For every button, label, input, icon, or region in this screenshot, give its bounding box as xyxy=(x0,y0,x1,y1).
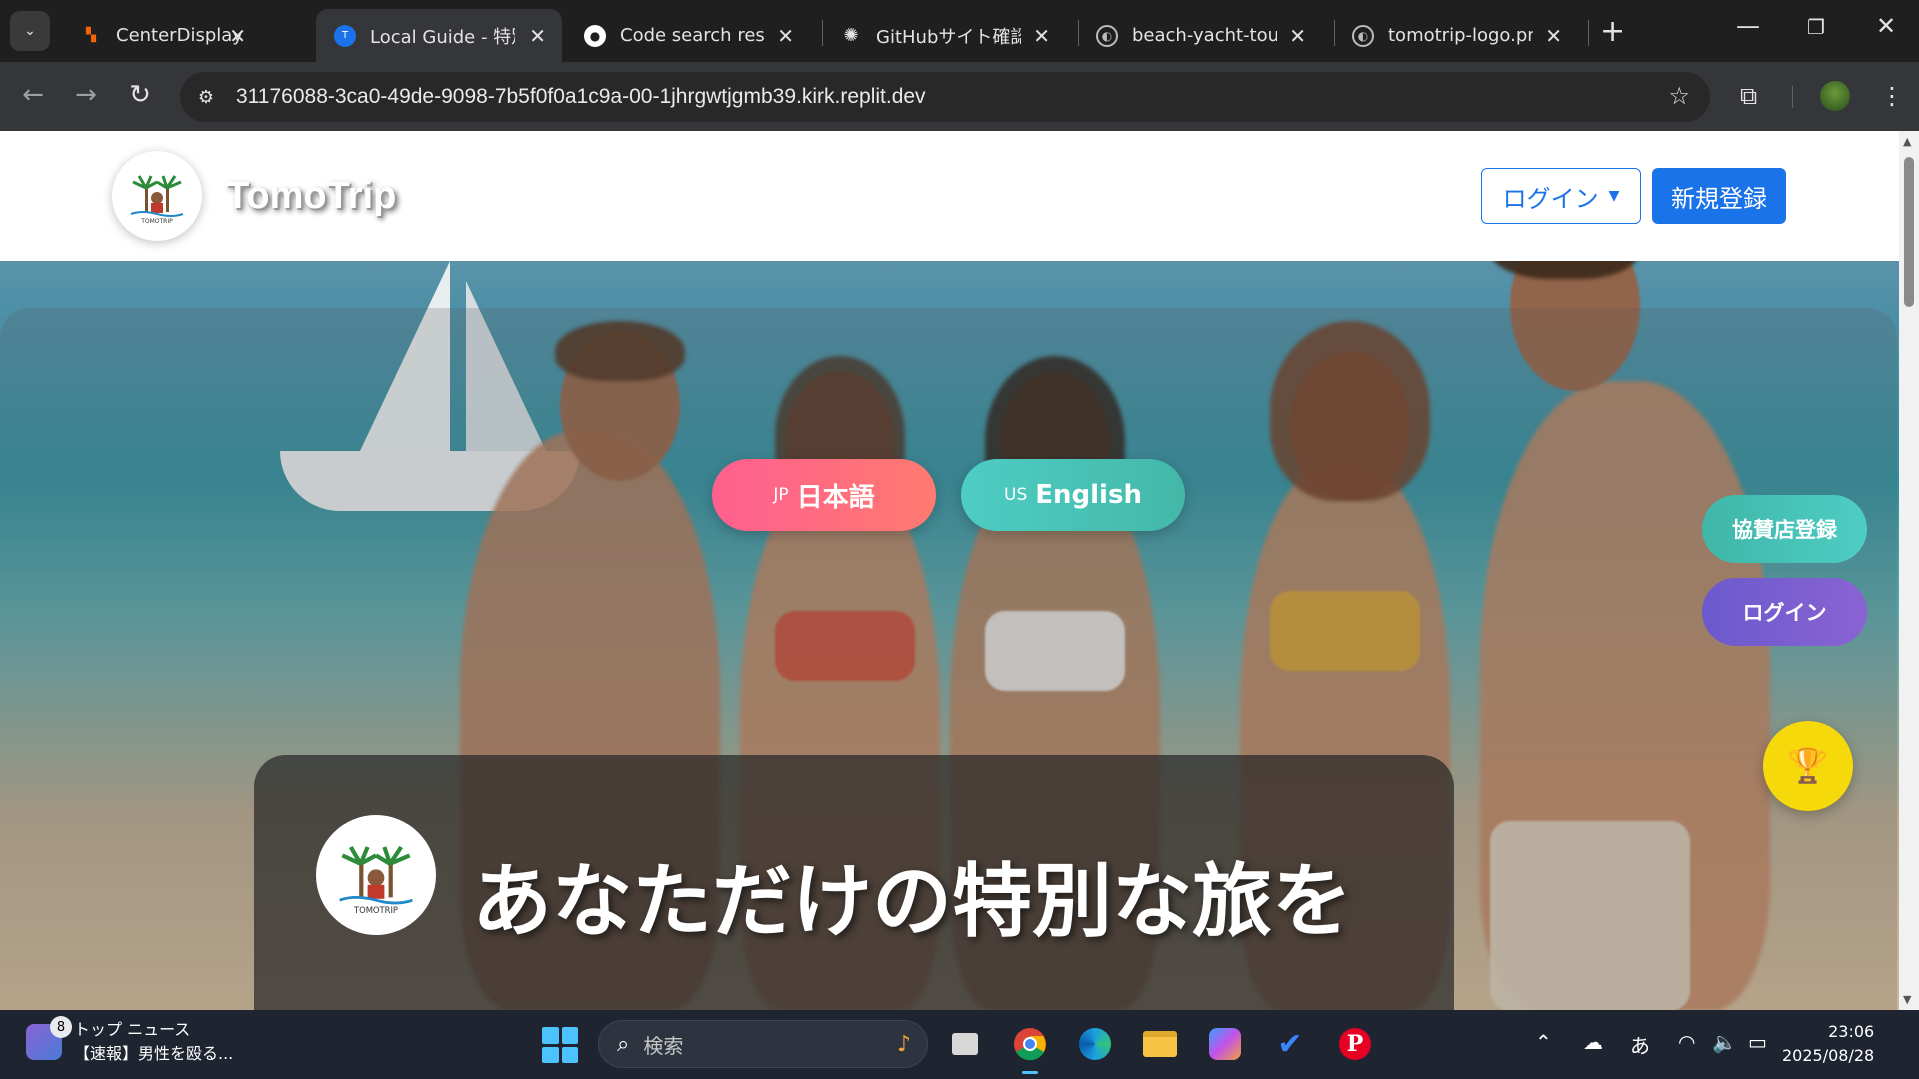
toolbar-separator xyxy=(1792,86,1793,108)
hero-card: TOMOTRIP あなただけの特別な旅を xyxy=(254,755,1454,1010)
hero-title: あなただけの特別な旅を xyxy=(472,855,1352,948)
palm-logo-icon: TOMOTRIP xyxy=(130,175,184,225)
restore-icon[interactable]: ❐ xyxy=(1796,15,1836,39)
tab-beach-yacht[interactable]: ◐ beach-yacht-tourism ✕ xyxy=(1078,9,1322,62)
wifi-icon[interactable]: ◠ xyxy=(1678,1030,1695,1054)
tab-code-search[interactable]: ● Code search results ✕ xyxy=(566,9,810,62)
reload-icon[interactable]: ↻ xyxy=(122,80,158,110)
close-icon[interactable]: ✕ xyxy=(777,24,794,48)
globe-icon: ◐ xyxy=(1096,24,1118,47)
close-icon[interactable]: ✕ xyxy=(229,24,246,48)
back-arrow-icon[interactable]: ← xyxy=(15,80,51,110)
tab-title: Local Guide - 特別な旅 xyxy=(370,26,515,48)
scroll-down-arrow-icon[interactable]: ▼ xyxy=(1903,993,1911,1006)
logo-wordmark: TOMOTRIP xyxy=(353,905,398,915)
tab-title: CenterDisplay - Replit xyxy=(116,25,241,46)
clock-time: 23:06 xyxy=(1828,1022,1875,1041)
tab-title: GitHubサイト確認手順 xyxy=(876,26,1021,48)
tab-github-guide[interactable]: ✺ GitHubサイト確認手順 ✕ xyxy=(822,9,1066,62)
tab-title: tomotrip-logo.png xyxy=(1388,25,1533,46)
m365-copilot-icon[interactable] xyxy=(1205,1024,1245,1064)
profile-avatar[interactable] xyxy=(1818,79,1852,113)
new-tab-plus-icon[interactable]: + xyxy=(1600,14,1625,49)
chevron-up-icon[interactable]: ⌃ xyxy=(1535,1030,1552,1054)
globe-icon: ◐ xyxy=(1352,24,1374,47)
login-dropdown-button[interactable]: ログイン ▼ xyxy=(1481,168,1641,224)
clock-date: 2025/08/28 xyxy=(1782,1046,1875,1065)
news-count-badge: 8 xyxy=(50,1016,72,1038)
weather-news-icon: 8 xyxy=(26,1016,72,1060)
browser-tab-strip: ⌄ ▚ CenterDisplay - Replit ✕ T Local Gui… xyxy=(0,0,1919,62)
scroll-thumb[interactable] xyxy=(1904,157,1914,307)
task-view-icon[interactable] xyxy=(945,1024,985,1064)
caret-down-icon: ▼ xyxy=(1608,188,1620,204)
language-japanese-button[interactable]: JP 日本語 xyxy=(712,459,936,531)
site-logo[interactable]: TOMOTRIP xyxy=(112,151,202,241)
close-icon[interactable]: ✕ xyxy=(1033,24,1050,48)
palm-logo-icon: TOMOTRIP xyxy=(339,845,413,915)
language-english-label: English xyxy=(1035,480,1142,510)
language-english-button[interactable]: US English xyxy=(961,459,1185,531)
scroll-up-arrow-icon[interactable]: ▲ xyxy=(1903,135,1911,148)
chrome-icon[interactable] xyxy=(1010,1024,1050,1074)
hero-logo: TOMOTRIP xyxy=(316,815,436,935)
search-placeholder: 検索 xyxy=(643,1033,684,1058)
close-icon[interactable]: ✕ xyxy=(1289,24,1306,48)
logo-wordmark: TOMOTRIP xyxy=(140,218,173,225)
news-title: トップ ニュース xyxy=(74,1020,191,1039)
github-icon: ● xyxy=(584,24,606,47)
pinterest-icon[interactable]: P xyxy=(1335,1024,1375,1064)
search-highlight-icon: ♪ xyxy=(896,1031,911,1057)
partner-store-register-button[interactable]: 協賛店登録 xyxy=(1702,495,1867,563)
todo-check-icon[interactable]: ✔ xyxy=(1270,1024,1310,1064)
forward-arrow-icon[interactable]: → xyxy=(68,80,104,110)
signup-button[interactable]: 新規登録 xyxy=(1652,168,1786,224)
floating-login-button[interactable]: ログイン xyxy=(1702,578,1867,646)
volume-icon[interactable]: 🔈 xyxy=(1712,1030,1737,1054)
site-info-tune-icon[interactable]: ⚙ xyxy=(184,75,228,119)
tab-local-guide[interactable]: T Local Guide - 特別な旅 ✕ xyxy=(316,9,562,62)
tab-search-chevron-icon[interactable]: ⌄ xyxy=(10,11,50,51)
url-text[interactable]: 31176088-3ca0-49de-9098-7b5f0f0a1c9a-00-… xyxy=(236,85,926,109)
news-widget[interactable]: 8 トップ ニュース 【速報】男性を殴る... xyxy=(26,1016,234,1066)
address-bar[interactable]: ⚙ 31176088-3ca0-49de-9098-7b5f0f0a1c9a-0… xyxy=(180,72,1710,122)
battery-icon[interactable]: ▭ xyxy=(1748,1030,1767,1054)
news-headline: 【速報】男性を殴る... xyxy=(74,1044,234,1063)
chrome-logo-graphic xyxy=(1014,1028,1046,1061)
login-dropdown-label: ログイン xyxy=(1502,184,1599,213)
edge-icon[interactable] xyxy=(1075,1024,1115,1064)
chatgpt-icon: ✺ xyxy=(843,25,859,46)
tab-tomotrip-logo[interactable]: ◐ tomotrip-logo.png ✕ xyxy=(1334,9,1578,62)
extensions-puzzle-icon[interactable]: ⧉ xyxy=(1740,82,1757,110)
page-viewport: TOMOTRIP TomoTrip ログイン ▼ 新規登録 JP 日本語 US … xyxy=(0,131,1899,1010)
language-japanese-label: 日本語 xyxy=(796,482,875,513)
tab-centerdisplay[interactable]: ▚ CenterDisplay - Replit ✕ xyxy=(62,9,262,62)
tab-separator xyxy=(1588,20,1589,46)
search-icon: ⌕ xyxy=(617,1031,630,1057)
windows-taskbar: 8 トップ ニュース 【速報】男性を殴る... ⌕ 検索 ♪ ✔ P ⌃ ☁ あ… xyxy=(0,1010,1919,1079)
tab-title: Code search results xyxy=(620,25,765,46)
minimize-icon[interactable]: — xyxy=(1728,12,1768,40)
site-header: TOMOTRIP TomoTrip ログイン ▼ 新規登録 xyxy=(0,131,1899,261)
browser-toolbar: ← → ↻ ⚙ 31176088-3ca0-49de-9098-7b5f0f0a… xyxy=(0,62,1919,131)
bookmark-star-icon[interactable]: ☆ xyxy=(1668,82,1690,110)
us-flag-code: US xyxy=(1004,485,1028,505)
tomotrip-favicon: T xyxy=(334,24,356,47)
menu-kebab-icon[interactable]: ⋮ xyxy=(1880,82,1904,110)
system-clock[interactable]: 23:06 2025/08/28 xyxy=(1782,1020,1874,1068)
tab-title: beach-yacht-tourism xyxy=(1132,25,1277,46)
close-icon[interactable]: ✕ xyxy=(529,24,546,48)
onedrive-cloud-icon[interactable]: ☁ xyxy=(1583,1030,1603,1054)
ime-indicator[interactable]: あ xyxy=(1630,1030,1650,1059)
taskbar-search-box[interactable]: ⌕ 検索 ♪ xyxy=(598,1020,928,1068)
replit-icon: ▚ xyxy=(86,28,96,43)
windows-start-icon[interactable] xyxy=(542,1027,578,1063)
page-scrollbar[interactable]: ▲ ▼ xyxy=(1899,131,1919,1010)
window-close-icon[interactable]: ✕ xyxy=(1866,12,1906,40)
jp-flag-code: JP xyxy=(773,485,789,505)
brand-name[interactable]: TomoTrip xyxy=(226,175,396,218)
trophy-icon[interactable]: 🏆 xyxy=(1763,721,1853,811)
close-icon[interactable]: ✕ xyxy=(1545,24,1562,48)
file-explorer-icon[interactable] xyxy=(1140,1024,1180,1064)
